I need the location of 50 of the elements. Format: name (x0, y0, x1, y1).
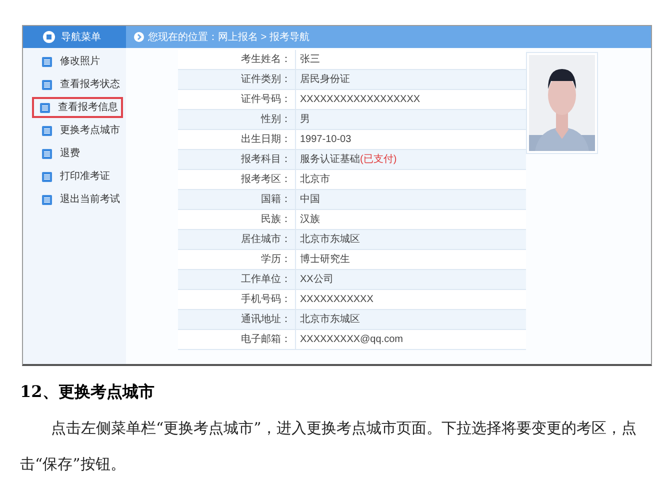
nav-menu-title: 导航菜单 (61, 30, 101, 44)
field-label: 学历： (178, 250, 296, 269)
field-value: 汉族 (299, 212, 320, 227)
sidebar-item[interactable]: 查看报考信息 (32, 97, 123, 118)
list-icon (42, 80, 52, 90)
field-label: 考生姓名： (178, 50, 296, 69)
field-label: 证件类别： (178, 70, 296, 89)
field-value: XX公司 (299, 273, 334, 287)
field-label: 报考考区： (178, 170, 296, 189)
field-label: 通讯地址： (178, 310, 296, 329)
field-label: 居住城市： (178, 230, 296, 249)
list-icon (42, 148, 52, 158)
field-value: 博士研究生 (299, 252, 350, 267)
sidebar-item[interactable]: 退出当前考试 (35, 189, 123, 210)
sidebar-item[interactable]: 打印准考证 (35, 166, 123, 187)
field-value: XXXXXXXXXXXXXXXXXX (299, 93, 420, 107)
field-value: 服务认证基础(已支付) (299, 152, 397, 167)
sidebar-item[interactable]: 退费 (35, 143, 123, 164)
field-value: 北京市东城区 (299, 312, 360, 327)
list-icon (42, 126, 52, 136)
field-value: 男 (299, 113, 310, 127)
field-label: 报考科目： (178, 150, 296, 169)
field-value: 张三 (299, 52, 320, 67)
paragraph: 点击左侧菜单栏“更换考点城市”，进入更换考点城市页面。下拉选择将要变更的考区，点击“保存”按钮。 (20, 418, 638, 475)
field-value: 1997-10-03 (299, 133, 352, 147)
section-heading: 12、更换考点城市 (20, 381, 156, 403)
arrow-circle-icon (134, 32, 144, 42)
field-label: 民族： (178, 210, 296, 229)
field-value: XXXXXXXXX@qq.com (299, 333, 403, 347)
field-value: 居民身份证 (299, 73, 350, 87)
field-label: 手机号码： (178, 290, 296, 309)
field-label: 证件号码： (178, 90, 296, 109)
field-value: 北京市 (299, 172, 330, 187)
list-icon (42, 172, 52, 182)
field-value: 中国 (299, 192, 320, 207)
list-icon (42, 194, 52, 204)
field-label: 工作单位： (178, 270, 296, 289)
breadcrumb: 您现在的位置：网上报名 > 报考导航 (148, 30, 310, 44)
menu-icon (43, 31, 55, 43)
list-icon (42, 56, 52, 66)
sidebar-item[interactable]: 查看报考状态 (35, 74, 123, 95)
list-icon (40, 102, 50, 112)
field-label: 出生日期： (178, 130, 296, 149)
sidebar-item[interactable]: 修改照片 (35, 51, 123, 72)
sidebar-item[interactable]: 更换考点城市 (35, 120, 123, 141)
field-label: 电子邮箱： (178, 330, 296, 349)
field-value: XXXXXXXXXXX (299, 293, 374, 307)
field-label: 国籍： (178, 190, 296, 209)
field-label: 性别： (178, 110, 296, 129)
field-value: 北京市东城区 (299, 232, 360, 247)
